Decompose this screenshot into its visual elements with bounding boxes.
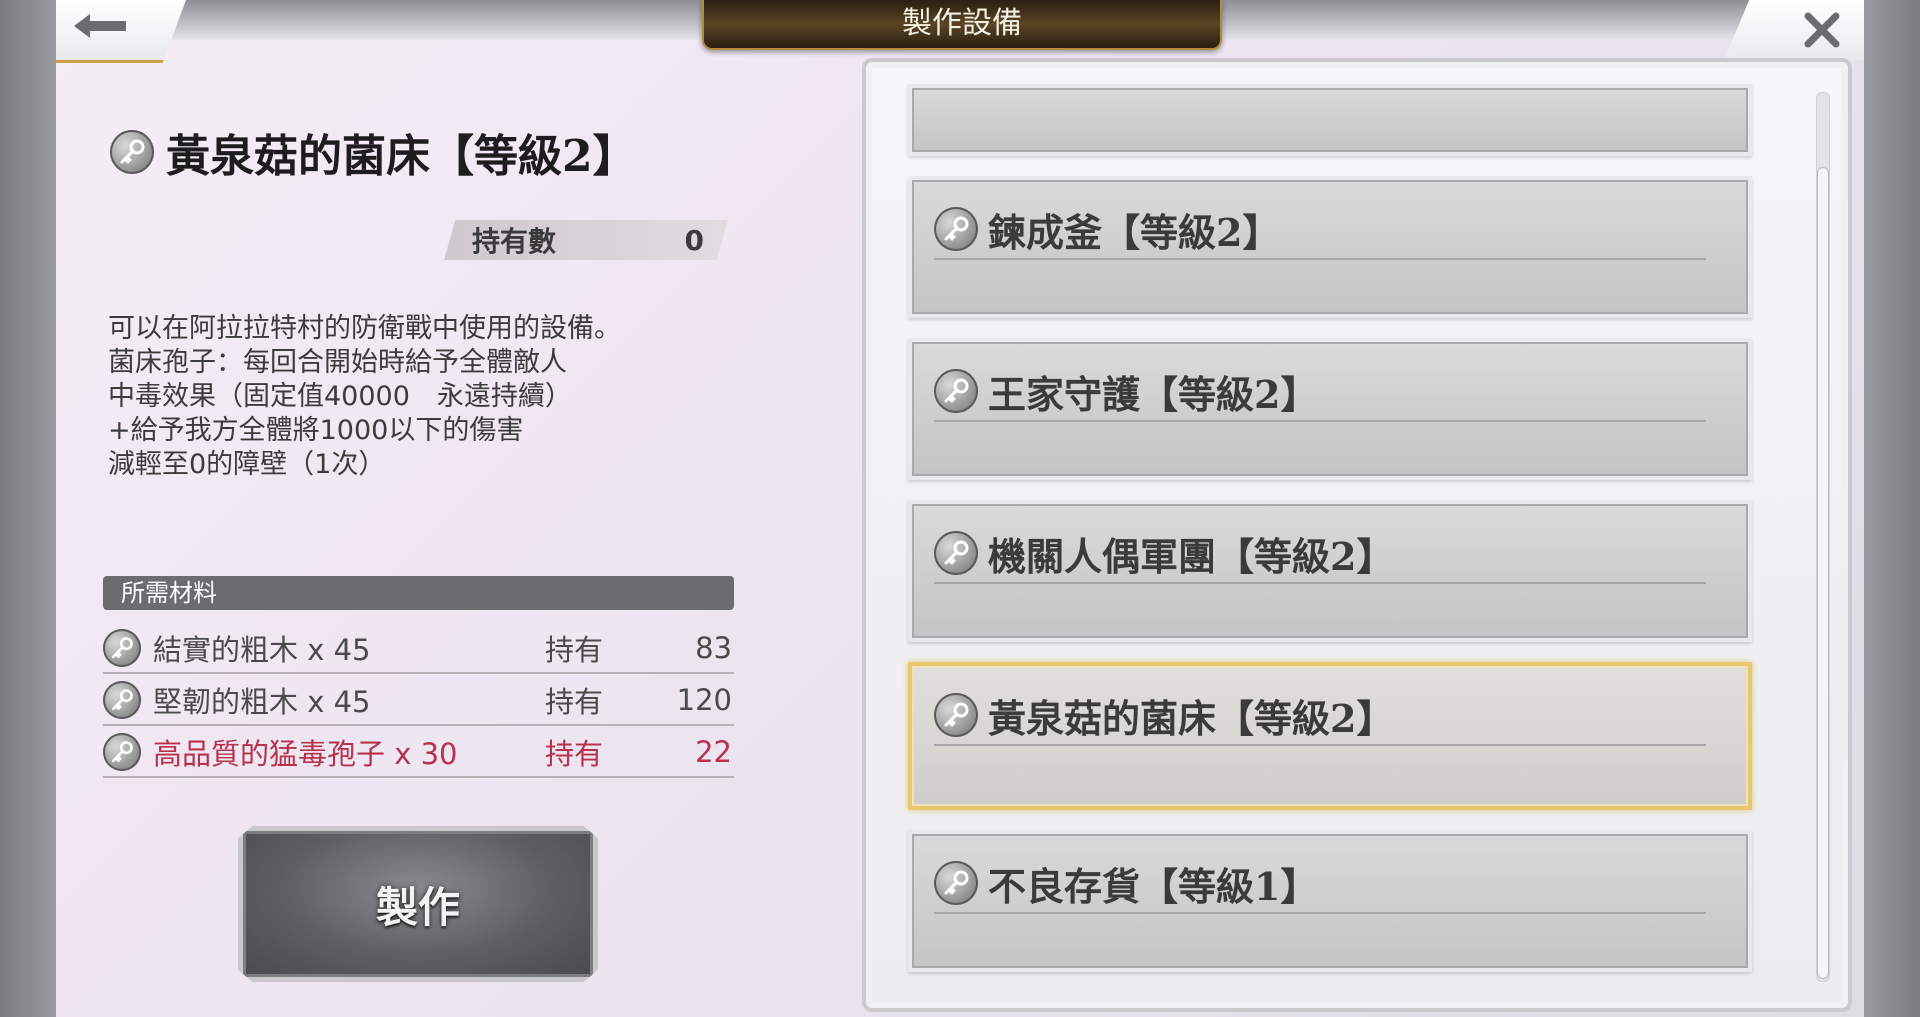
make-button-label: 製作 xyxy=(375,882,460,932)
equipment-card-row: 王家守護【等級2】 xyxy=(934,362,1706,422)
left-letterbox xyxy=(0,0,56,1017)
key-icon xyxy=(103,733,141,771)
owned-count-label: 持有數 xyxy=(472,225,557,258)
equipment-card-label: 王家守護【等級2】 xyxy=(988,371,1319,417)
key-icon xyxy=(934,207,978,251)
material-name: 堅韌的粗木 x 45 xyxy=(153,685,371,719)
key-icon xyxy=(103,629,141,667)
equipment-card-label: 不良存貨【等級1】 xyxy=(988,863,1319,909)
owned-count-value: 0 xyxy=(684,223,704,257)
item-title-row: 黃泉菇的菌床【等級2】 xyxy=(110,124,637,182)
key-icon xyxy=(934,693,978,737)
materials-header: 所需材料 xyxy=(103,576,734,610)
equipment-card[interactable]: 王家守護【等級2】 xyxy=(908,338,1752,480)
list-scrollbar-thumb[interactable] xyxy=(1817,167,1829,979)
material-name: 高品質的猛毒孢子 x 30 xyxy=(153,737,458,771)
material-owned-label: 持有 xyxy=(545,633,604,667)
material-owned-value: 22 xyxy=(695,735,732,769)
material-row: 堅韌的粗木 x 45 持有 120 xyxy=(103,676,734,726)
material-owned-value: 120 xyxy=(676,683,732,717)
material-owned-label: 持有 xyxy=(545,737,604,771)
material-owned-value: 83 xyxy=(695,631,732,665)
key-icon xyxy=(103,681,141,719)
equipment-card[interactable]: 機關人偶軍團【等級2】 xyxy=(908,500,1752,642)
close-icon xyxy=(1804,12,1840,48)
material-row: 結實的粗木 x 45 持有 83 xyxy=(103,624,734,674)
equipment-list: 鍊成釜【等級2】 王家守護【等級2】 機關人偶軍團【等級2】 黃泉菇的菌床【等級… xyxy=(908,84,1752,992)
key-icon xyxy=(934,531,978,575)
owned-count: 持有數 0 xyxy=(444,220,728,260)
equipment-card-row: 黃泉菇的菌床【等級2】 xyxy=(934,686,1706,746)
right-letterbox xyxy=(1864,0,1920,1017)
equipment-card-row: 不良存貨【等級1】 xyxy=(934,854,1706,914)
back-button[interactable] xyxy=(56,0,186,63)
item-description: 可以在阿拉拉特村的防衛戰中使用的設備。 菌床孢子：每回合開始時給予全體敵人 中毒… xyxy=(108,313,621,480)
equipment-list-panel[interactable]: 鍊成釜【等級2】 王家守護【等級2】 機關人偶軍團【等級2】 黃泉菇的菌床【等級… xyxy=(862,58,1852,1012)
key-icon xyxy=(934,369,978,413)
list-scrollbar[interactable] xyxy=(1816,92,1830,982)
equipment-card-label: 機關人偶軍團【等級2】 xyxy=(988,533,1395,579)
material-name: 結實的粗木 x 45 xyxy=(153,633,371,667)
equipment-card-selected[interactable]: 黃泉菇的菌床【等級2】 xyxy=(908,662,1752,810)
equipment-card[interactable]: 不良存貨【等級1】 xyxy=(908,830,1752,972)
screen-title: 製作設備 xyxy=(702,0,1222,50)
key-icon xyxy=(110,130,154,174)
equipment-card-label: 鍊成釜【等級2】 xyxy=(988,209,1281,255)
craft-screen: 製作設備 黃泉菇的菌床【等級2】 持有數 0 可以在阿拉拉特村的防衛戰中使用的設… xyxy=(56,0,1864,1017)
equipment-card-row: 鍊成釜【等級2】 xyxy=(934,200,1706,260)
equipment-card[interactable]: 鍊成釜【等級2】 xyxy=(908,176,1752,318)
key-icon xyxy=(934,861,978,905)
materials-list: 結實的粗木 x 45 持有 83 堅韌的粗木 x 45 持有 120 高品質的猛… xyxy=(103,624,734,780)
material-row-insufficient: 高品質的猛毒孢子 x 30 持有 22 xyxy=(103,728,734,778)
equipment-card-row: 機關人偶軍團【等級2】 xyxy=(934,524,1706,584)
equipment-card[interactable] xyxy=(908,84,1752,156)
material-owned-label: 持有 xyxy=(545,685,604,719)
back-arrow-icon xyxy=(74,14,126,38)
equipment-card-label: 黃泉菇的菌床【等級2】 xyxy=(988,695,1395,741)
make-button[interactable]: 製作 xyxy=(238,826,598,982)
item-title: 黃泉菇的菌床【等級2】 xyxy=(166,131,637,182)
